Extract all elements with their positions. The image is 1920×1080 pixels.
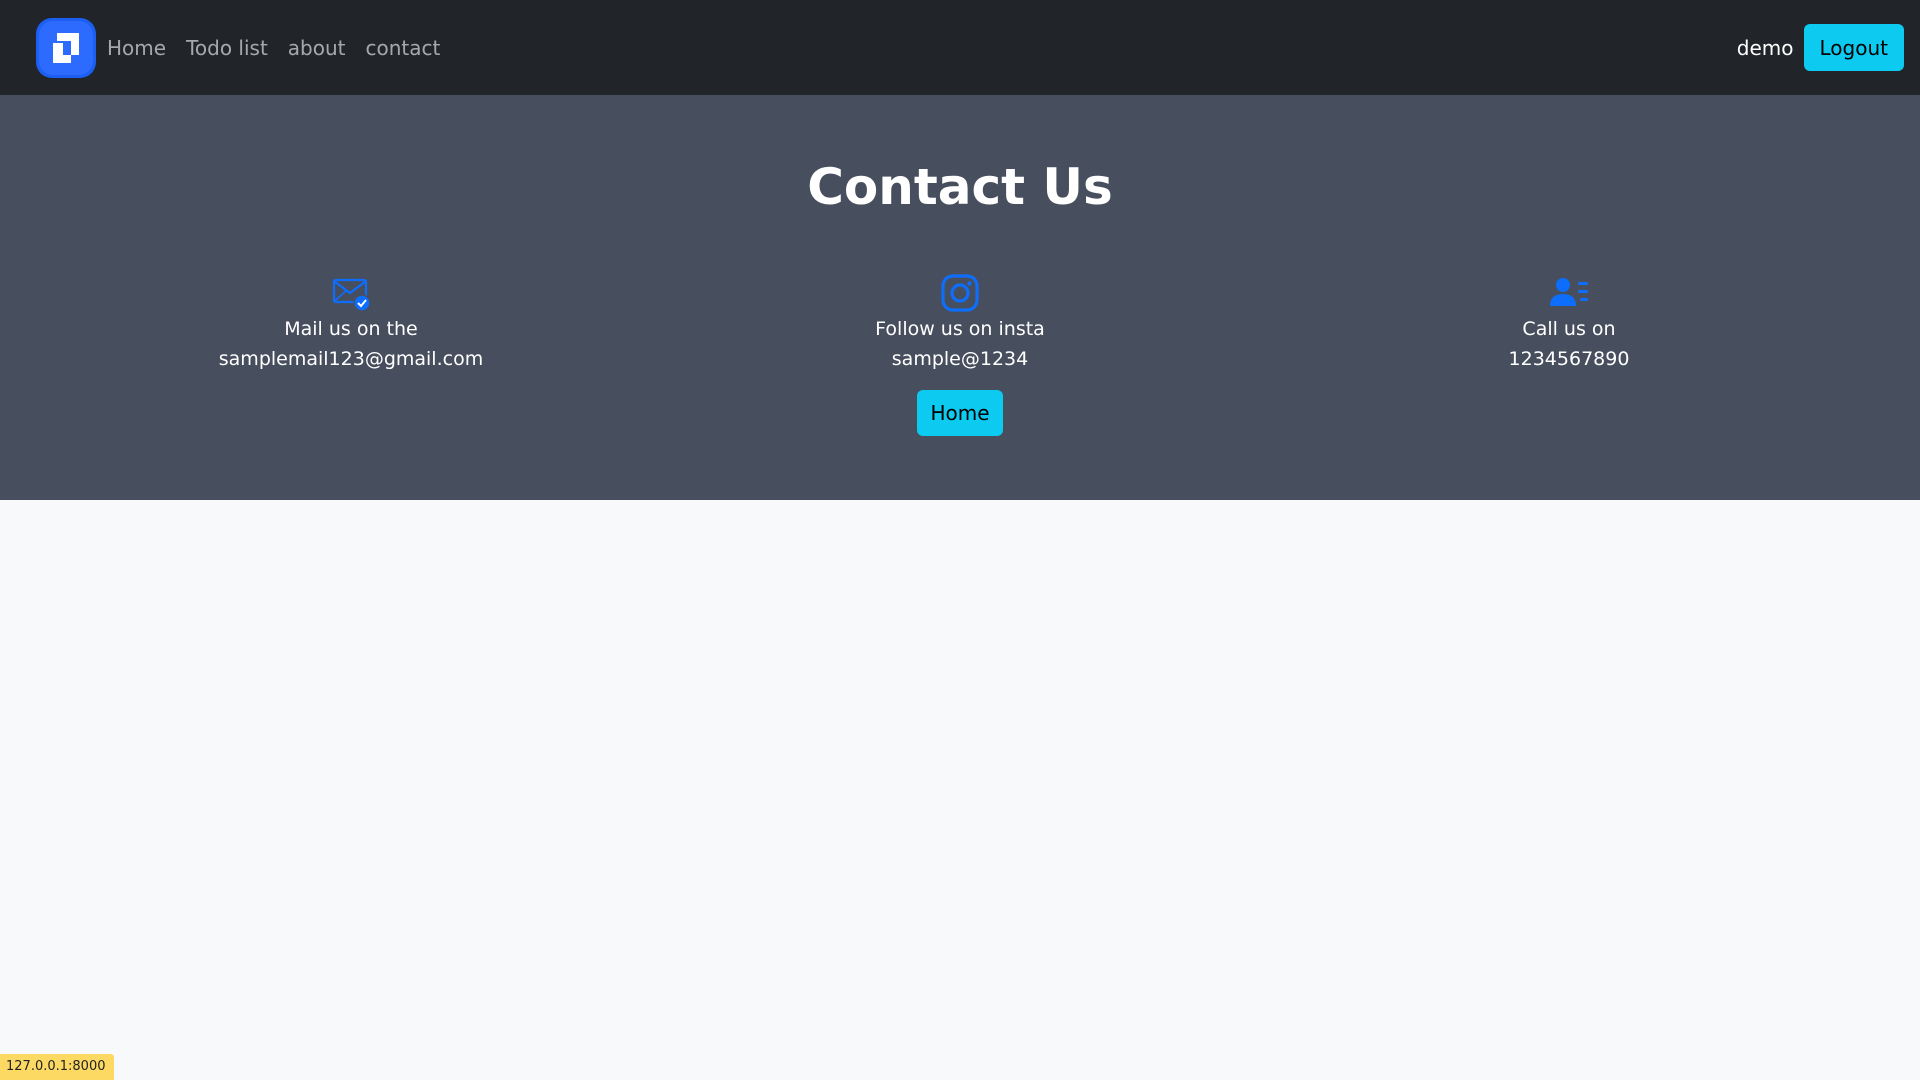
nav-links: Home Todo list about contact <box>107 38 440 58</box>
instagram-icon <box>941 274 979 312</box>
contact-section: Contact Us Mail us on the samplemail123@… <box>0 95 1920 500</box>
nav-user-area: demo Logout <box>1737 24 1904 71</box>
mail-caption: Mail us on the <box>284 318 418 340</box>
person-lines-icon <box>1550 278 1588 306</box>
nav-link-contact[interactable]: contact <box>366 38 441 58</box>
envelope-check-icon <box>332 278 371 312</box>
phone-number: 1234567890 <box>1508 348 1630 370</box>
logout-button[interactable]: Logout <box>1803 24 1904 71</box>
nav-link-home[interactable]: Home <box>107 38 166 58</box>
nav-link-todo-list[interactable]: Todo list <box>186 38 268 58</box>
status-bar-url: 127.0.0.1:8000 <box>0 1054 114 1080</box>
nav-link-about[interactable]: about <box>288 38 346 58</box>
contact-mail: Mail us on the samplemail123@gmail.com <box>101 273 601 374</box>
page-title: Contact Us <box>807 158 1113 216</box>
instagram-handle: sample@1234 <box>891 348 1029 370</box>
home-button[interactable]: Home <box>917 390 1003 436</box>
top-navbar: Home Todo list about contact demo Logout <box>0 0 1920 95</box>
username-label: demo <box>1736 35 1794 60</box>
mail-address: samplemail123@gmail.com <box>218 348 484 370</box>
phone-caption: Call us on <box>1522 318 1616 340</box>
instagram-caption: Follow us on insta <box>875 318 1045 340</box>
contact-phone: Call us on 1234567890 <box>1319 273 1819 374</box>
contact-instagram: Follow us on insta sample@1234 <box>710 273 1210 374</box>
brand-logo-icon[interactable] <box>35 17 97 79</box>
